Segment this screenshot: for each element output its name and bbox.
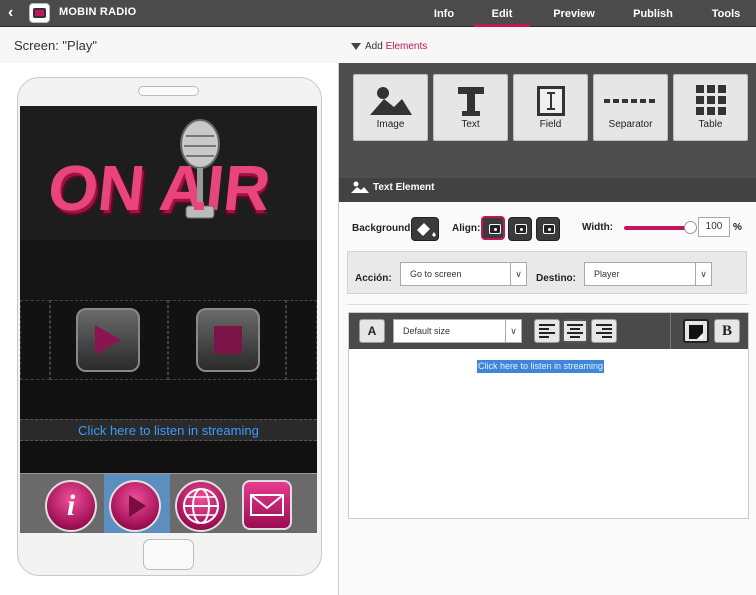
chevron-down-icon: ∨: [695, 263, 711, 285]
on-air-text: ON AIR: [45, 152, 274, 224]
table-cell: [286, 300, 317, 380]
align-right-button[interactable]: [536, 217, 560, 241]
toolbar-divider: [670, 313, 671, 349]
width-slider-track[interactable]: [624, 226, 691, 230]
bottom-nav: i: [20, 473, 317, 533]
palette-field-label: Field: [539, 119, 562, 130]
phone-speaker: [138, 86, 199, 96]
destino-select[interactable]: Player ∨: [584, 262, 712, 286]
table-cell: [20, 300, 50, 380]
stream-link-text[interactable]: Click here to listen in streaming: [78, 423, 259, 438]
palette-table-label: Table: [698, 119, 723, 130]
accion-value: Go to screen: [410, 269, 462, 279]
globe-icon[interactable]: [175, 480, 227, 532]
tab-tools[interactable]: Tools: [705, 8, 747, 20]
align-right-icon: [596, 324, 612, 338]
accion-label: Acción:: [355, 273, 392, 284]
font-size-value: Default size: [403, 326, 451, 336]
tab-edit[interactable]: Edit: [474, 8, 530, 27]
sub-bar: Screen: "Play" Add Elements: [0, 27, 756, 64]
separator-icon: [603, 99, 655, 103]
background-label: Background:: [352, 223, 414, 234]
tab-preview[interactable]: Preview: [545, 8, 603, 20]
info-icon[interactable]: i: [45, 480, 97, 532]
destino-label: Destino:: [536, 273, 576, 284]
play-button[interactable]: [76, 308, 140, 372]
font-size-select[interactable]: Default size ∨: [393, 319, 522, 343]
on-air-banner[interactable]: ON A R ON AIR: [20, 106, 317, 240]
text-align-left-button[interactable]: [534, 319, 560, 343]
background-color-picker[interactable]: [411, 217, 439, 241]
add-elements-toggle[interactable]: Add Elements: [351, 41, 427, 52]
palette-image-label: Image: [376, 119, 405, 130]
table-icon: [695, 85, 726, 115]
paint-bucket-icon: [417, 223, 436, 237]
palette-text-label: Text: [461, 119, 480, 130]
editor-content[interactable]: Click here to listen in streaming: [477, 360, 605, 373]
bold-button[interactable]: B: [714, 319, 740, 343]
bold-icon: B: [721, 323, 732, 339]
spacer-row: [20, 240, 317, 300]
accion-select[interactable]: Go to screen ∨: [400, 262, 527, 286]
destino-value: Player: [594, 269, 620, 279]
background-color-button[interactable]: [683, 319, 709, 343]
width-unit: %: [733, 222, 742, 233]
palette-table-button[interactable]: Table: [673, 74, 748, 141]
elements-palette: Image Text Field Separator Table: [339, 63, 756, 178]
chevron-down-icon: ∨: [510, 263, 526, 285]
align-center-button[interactable]: [508, 217, 532, 241]
text-align-right-button[interactable]: [591, 319, 617, 343]
align-label: Align:: [452, 223, 481, 234]
align-left-button[interactable]: [481, 216, 505, 240]
text-align-center-button[interactable]: [562, 319, 588, 343]
section-title: Text Element: [373, 182, 435, 193]
divider: [347, 304, 749, 305]
editor-toolbar: A Default size ∨ B: [349, 313, 748, 349]
app-logo: [29, 3, 50, 23]
triangle-down-icon: [351, 42, 361, 50]
phone-screen: ON A R ON AIR Click here to listen in st…: [20, 106, 317, 533]
palette-field-button[interactable]: Field: [513, 74, 588, 141]
text-icon: [457, 87, 484, 116]
color-swatch-icon: [689, 325, 703, 339]
tab-info[interactable]: Info: [425, 8, 463, 20]
align-center-icon: [567, 324, 583, 338]
top-bar: ‹ MOBIN RADIO Info Edit Preview Publish …: [0, 0, 756, 27]
app-title: MOBIN RADIO: [59, 6, 137, 18]
phone-home-button: [143, 539, 194, 570]
align-left-icon: [539, 324, 555, 338]
play-icon[interactable]: [109, 480, 161, 532]
palette-text-button[interactable]: Text: [433, 74, 508, 141]
palette-separator-button[interactable]: Separator: [593, 74, 668, 141]
add-prefix: Add: [365, 41, 383, 52]
width-label: Width:: [582, 222, 614, 233]
width-input[interactable]: 100: [698, 217, 730, 237]
back-arrow-icon[interactable]: ‹: [8, 5, 22, 21]
tab-publish[interactable]: Publish: [627, 8, 679, 20]
section-header: Text Element: [339, 178, 756, 202]
font-color-icon: A: [367, 324, 377, 338]
text-element-icon: [351, 181, 369, 193]
text-editor[interactable]: A Default size ∨ B Click here to listen …: [348, 312, 749, 519]
add-elements-link[interactable]: Elements: [386, 41, 428, 52]
palette-image-button[interactable]: Image: [353, 74, 428, 141]
on-air-image: ON A R ON AIR: [45, 119, 275, 229]
font-color-button[interactable]: A: [359, 319, 385, 343]
image-icon: [369, 87, 412, 115]
chevron-down-icon: ∨: [505, 320, 521, 342]
screen-label: Screen: "Play": [14, 38, 97, 53]
button-table[interactable]: [20, 300, 317, 380]
mail-icon[interactable]: [242, 480, 292, 530]
field-icon: [536, 86, 565, 116]
width-slider-handle[interactable]: [684, 221, 697, 234]
action-row: Acción: Go to screen ∨ Destino: Player ∨: [347, 251, 747, 294]
stream-link-element[interactable]: Click here to listen in streaming: [20, 419, 317, 441]
palette-separator-label: Separator: [608, 119, 653, 130]
stop-icon: [214, 326, 242, 354]
stop-button[interactable]: [196, 308, 260, 372]
play-icon: [95, 325, 121, 355]
